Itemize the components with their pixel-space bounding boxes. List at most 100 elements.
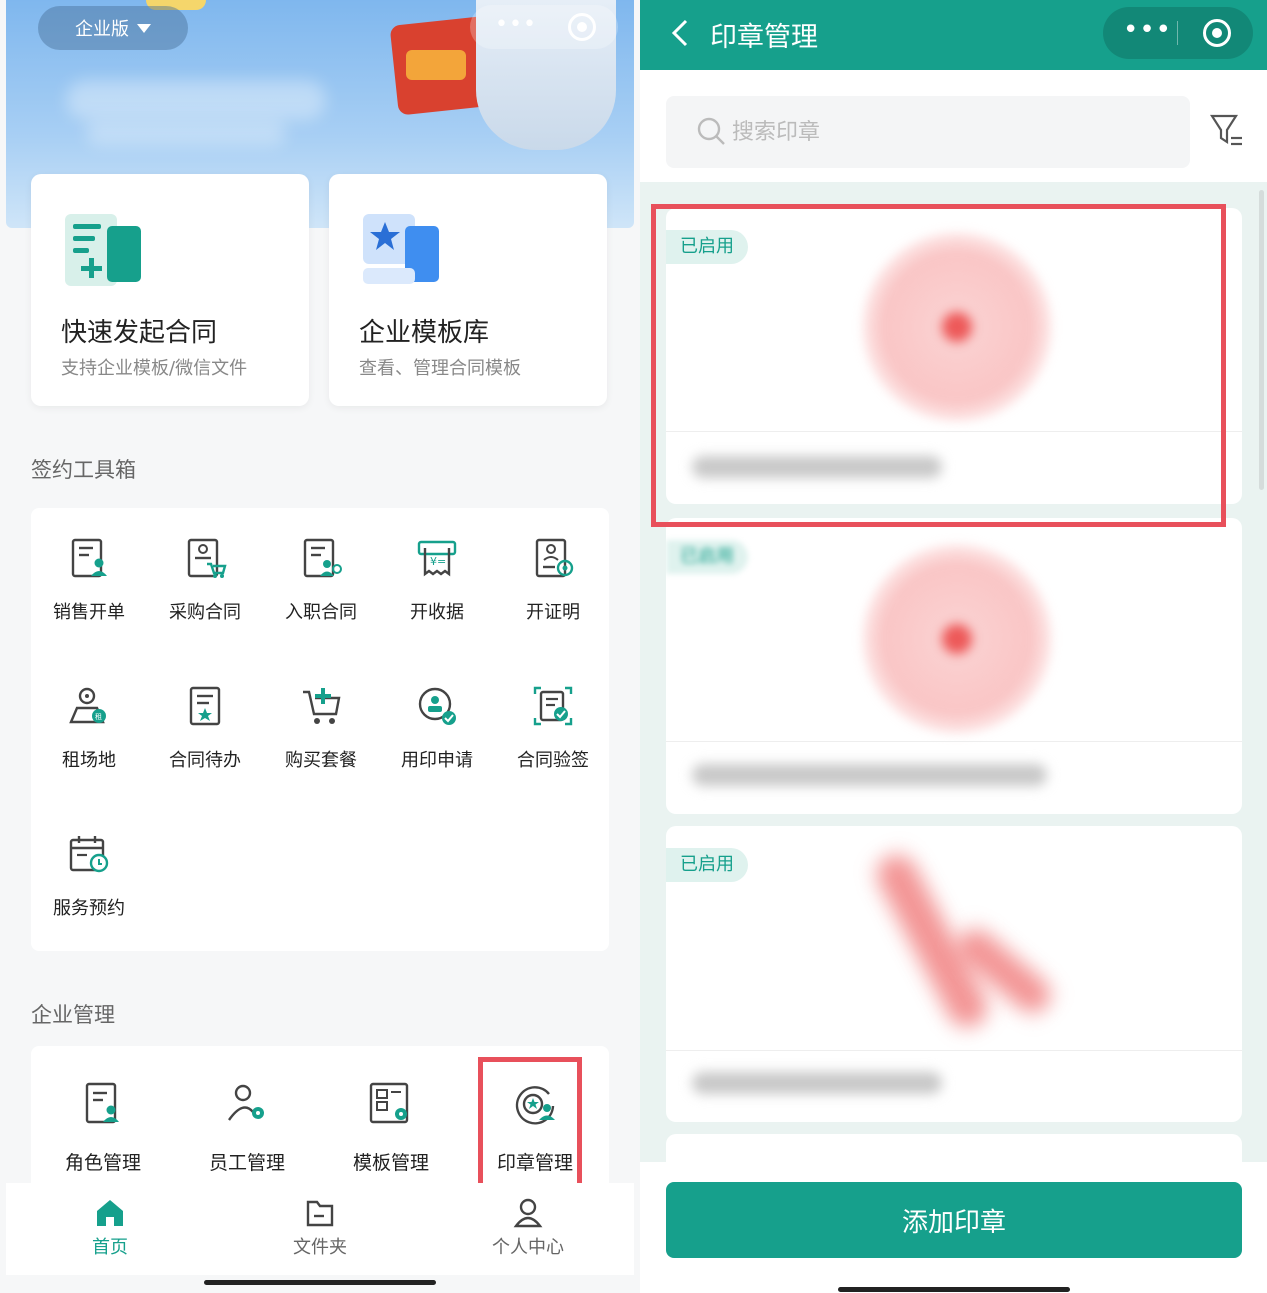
mini-program-capsule: ••• bbox=[1103, 7, 1253, 59]
home-icon bbox=[97, 1200, 123, 1226]
quick-start-contract-card[interactable]: 快速发起合同 支持企业模板/微信文件 bbox=[31, 174, 309, 406]
search-icon bbox=[697, 117, 725, 145]
tab-label: 个人中心 bbox=[492, 1237, 564, 1258]
mgmt-label: 员工管理 bbox=[208, 1152, 285, 1174]
tool-label: 入职合同 bbox=[285, 602, 357, 623]
seal-name-blurred bbox=[692, 764, 1047, 786]
template-manage-icon bbox=[369, 1082, 409, 1124]
tool-label: 服务预约 bbox=[53, 898, 125, 919]
seal-apply-icon bbox=[418, 687, 456, 725]
tool-sales-order[interactable]: 销售开单 bbox=[31, 536, 147, 624]
tool-buy-package[interactable]: 购买套餐 bbox=[263, 684, 379, 772]
banner-blurred-text bbox=[86, 120, 286, 146]
search-bar-area bbox=[640, 70, 1267, 182]
seal-image bbox=[862, 544, 1052, 734]
tool-contract-verify[interactable]: 合同验签 bbox=[495, 684, 611, 772]
tool-label: 用印申请 bbox=[401, 750, 473, 771]
card-divider bbox=[666, 741, 1242, 742]
home-indicator bbox=[838, 1287, 1070, 1292]
home-screen: 企业版 ••• 快速发起合同 支持企业模板/微信文件 企业模板库 查看、管理合同… bbox=[0, 0, 640, 1293]
mgmt-template[interactable]: 模板管理 bbox=[319, 1080, 463, 1175]
bottom-tabbar: 首页 文件夹 个人中心 bbox=[6, 1183, 634, 1275]
buy-package-icon bbox=[303, 688, 341, 724]
certificate-icon bbox=[535, 538, 574, 578]
quick-card-title: 企业模板库 bbox=[359, 318, 490, 348]
template-library-card[interactable]: 企业模板库 查看、管理合同模板 bbox=[329, 174, 607, 406]
tool-receipt[interactable]: ¥= 开收据 bbox=[379, 536, 495, 624]
svg-text:租: 租 bbox=[95, 713, 102, 721]
venue-rent-icon: 租 bbox=[69, 687, 106, 724]
purchase-contract-icon bbox=[187, 538, 227, 578]
more-icon[interactable]: ••• bbox=[495, 12, 537, 37]
tool-label: 购买套餐 bbox=[285, 750, 357, 771]
tab-label: 文件夹 bbox=[293, 1237, 347, 1258]
close-target-icon[interactable] bbox=[1203, 19, 1231, 47]
template-star-icon bbox=[363, 214, 439, 284]
management-section-title: 企业管理 bbox=[31, 1003, 115, 1027]
nav-bar: 印章管理 ••• bbox=[640, 0, 1267, 70]
tab-profile[interactable]: 个人中心 bbox=[468, 1197, 588, 1259]
seal-name-blurred bbox=[692, 1072, 942, 1094]
tool-label: 合同验签 bbox=[517, 750, 589, 771]
receipt-icon: ¥= bbox=[417, 540, 457, 577]
user-icon bbox=[513, 1198, 543, 1228]
contract-todo-icon bbox=[189, 686, 221, 726]
tool-label: 销售开单 bbox=[53, 602, 125, 623]
quick-card-subtitle: 查看、管理合同模板 bbox=[359, 358, 521, 379]
toolbox-section-title: 签约工具箱 bbox=[31, 458, 136, 482]
seal-management-screen: 印章管理 ••• 已启用 已启用 已启用 添加印章 bbox=[640, 0, 1267, 1293]
highlight-box bbox=[651, 204, 1226, 527]
home-indicator bbox=[204, 1280, 436, 1285]
sales-order-icon bbox=[71, 538, 107, 578]
status-badge: 已启用 bbox=[666, 848, 748, 882]
tool-onboarding-contract[interactable]: 入职合同 bbox=[263, 536, 379, 624]
more-icon[interactable]: ••• bbox=[1123, 15, 1172, 45]
close-target-icon[interactable] bbox=[568, 13, 596, 41]
contract-verify-icon bbox=[533, 686, 573, 726]
mgmt-role[interactable]: 角色管理 bbox=[31, 1080, 175, 1175]
toolbox-grid: 销售开单 采购合同 入职合同 ¥= 开收据 开证明 租 租场地 合同待办 购买套… bbox=[31, 508, 609, 951]
enterprise-switch-label: 企业版 bbox=[75, 19, 129, 40]
search-box[interactable] bbox=[666, 96, 1190, 168]
tab-label: 首页 bbox=[92, 1237, 128, 1258]
tool-contract-todo[interactable]: 合同待办 bbox=[147, 684, 263, 772]
tab-folder[interactable]: 文件夹 bbox=[260, 1197, 380, 1259]
tool-purchase-contract[interactable]: 采购合同 bbox=[147, 536, 263, 624]
staff-icon bbox=[228, 1084, 264, 1121]
banner-blurred-text bbox=[66, 80, 326, 120]
gift-box-illustration bbox=[406, 50, 466, 80]
highlight-box bbox=[478, 1057, 582, 1193]
caret-down-icon bbox=[137, 23, 151, 33]
mgmt-label: 模板管理 bbox=[352, 1152, 429, 1174]
tool-label: 开收据 bbox=[410, 602, 464, 623]
status-badge: 已启用 bbox=[666, 540, 748, 574]
tool-venue-rent[interactable]: 租 租场地 bbox=[31, 684, 147, 772]
onboarding-contract-icon bbox=[303, 538, 342, 578]
folder-icon bbox=[306, 1200, 334, 1227]
role-icon bbox=[85, 1082, 119, 1124]
card-divider bbox=[666, 1050, 1242, 1051]
mgmt-staff[interactable]: 员工管理 bbox=[175, 1080, 319, 1175]
mgmt-label: 角色管理 bbox=[64, 1152, 141, 1174]
add-seal-button[interactable]: 添加印章 bbox=[666, 1182, 1242, 1258]
tool-certificate[interactable]: 开证明 bbox=[495, 536, 611, 624]
scrollbar[interactable] bbox=[1259, 190, 1264, 490]
back-icon[interactable] bbox=[666, 18, 696, 48]
tool-label: 租场地 bbox=[62, 750, 116, 771]
seal-card[interactable]: 已启用 bbox=[666, 518, 1242, 814]
seal-card[interactable]: 已启用 bbox=[666, 826, 1242, 1122]
enterprise-switch[interactable]: 企业版 bbox=[38, 6, 188, 50]
quick-card-subtitle: 支持企业模板/微信文件 bbox=[61, 358, 248, 379]
contract-plus-icon bbox=[65, 214, 141, 286]
service-booking-icon bbox=[69, 836, 109, 873]
tab-home[interactable]: 首页 bbox=[50, 1197, 170, 1259]
tool-label: 开证明 bbox=[526, 602, 580, 623]
tool-seal-apply[interactable]: 用印申请 bbox=[379, 684, 495, 772]
bottom-action-bar: 添加印章 bbox=[640, 1162, 1267, 1293]
tool-service-booking[interactable]: 服务预约 bbox=[31, 832, 147, 920]
search-input[interactable] bbox=[732, 112, 1132, 152]
tool-label: 采购合同 bbox=[169, 602, 241, 623]
filter-icon[interactable] bbox=[1210, 112, 1244, 150]
capsule-divider bbox=[1177, 21, 1178, 45]
page-title: 印章管理 bbox=[710, 22, 818, 53]
